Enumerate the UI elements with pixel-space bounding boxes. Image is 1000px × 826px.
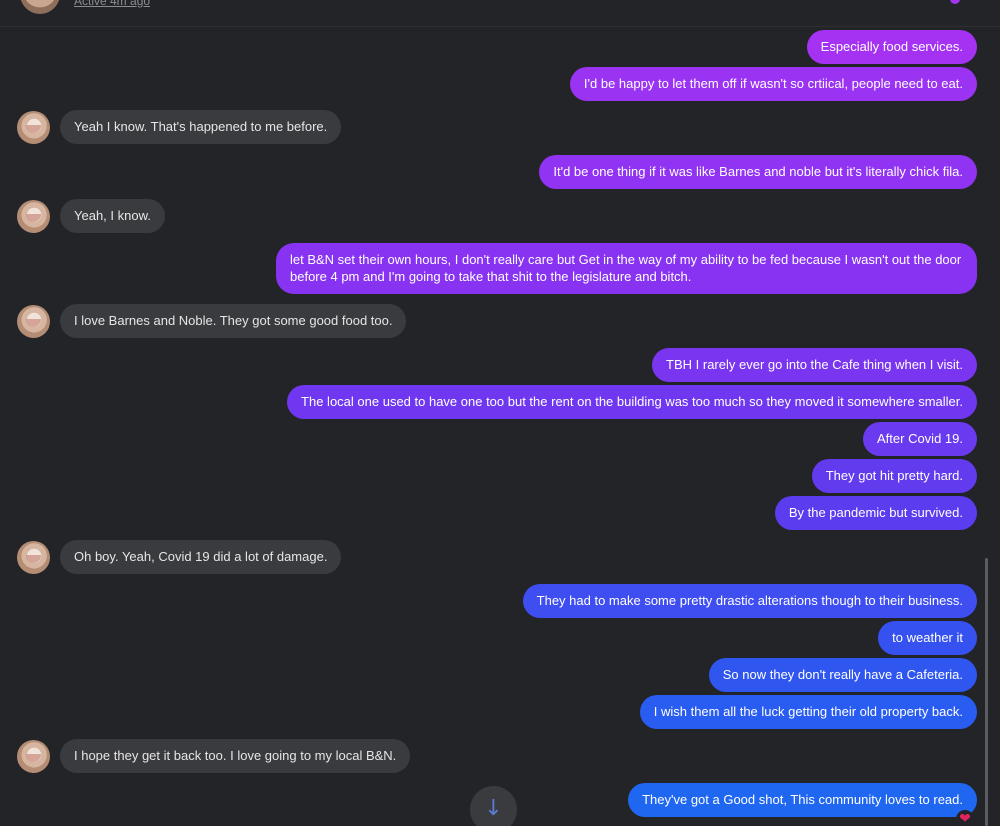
incoming-message[interactable]: I hope they get it back too. I love goin… [60,739,411,773]
outgoing-message[interactable]: After Covid 19. [863,422,977,456]
outgoing-message[interactable]: They've got a Good shot, This community … [628,783,977,817]
outgoing-message[interactable]: They had to make some pretty drastic alt… [522,584,977,618]
contact-avatar[interactable] [17,200,50,233]
scroll-to-bottom-button[interactable]: ↓ [470,786,517,826]
outgoing-message[interactable]: So now they don't really have a Cafeteri… [708,658,977,692]
incoming-message[interactable]: Oh boy. Yeah, Covid 19 did a lot of dama… [60,540,342,574]
header-accent-dot[interactable] [950,0,960,4]
incoming-message[interactable]: I love Barnes and Noble. They got some g… [60,304,407,338]
contact-avatar[interactable] [17,305,50,338]
outgoing-message[interactable]: By the pandemic but survived. [774,496,977,530]
conversation-header: Active 4m ago [0,0,1000,27]
scrollbar[interactable] [985,558,988,826]
contact-status: Active 4m ago [74,0,151,8]
contact-avatar[interactable] [20,0,60,14]
outgoing-message[interactable]: to weather it [878,621,977,655]
outgoing-message[interactable]: Especially food services. [806,30,977,64]
outgoing-message[interactable]: It'd be one thing if it was like Barnes … [539,155,977,189]
outgoing-message[interactable]: I wish them all the luck getting their o… [639,695,977,729]
heart-icon[interactable]: ❤ [956,810,974,826]
contact-avatar[interactable] [17,541,50,574]
outgoing-message[interactable]: They got hit pretty hard. [811,459,977,493]
contact-avatar[interactable] [17,740,50,773]
outgoing-message[interactable]: TBH I rarely ever go into the Cafe thing… [652,348,977,382]
outgoing-message[interactable]: I'd be happy to let them off if wasn't s… [569,67,977,101]
incoming-message[interactable]: Yeah I know. That's happened to me befor… [60,110,342,144]
contact-avatar[interactable] [17,111,50,144]
arrow-down-icon: ↓ [484,796,503,821]
incoming-message[interactable]: Yeah, I know. [60,199,165,233]
outgoing-message[interactable]: The local one used to have one too but t… [287,385,977,419]
outgoing-message[interactable]: let B&N set their own hours, I don't rea… [276,243,977,294]
